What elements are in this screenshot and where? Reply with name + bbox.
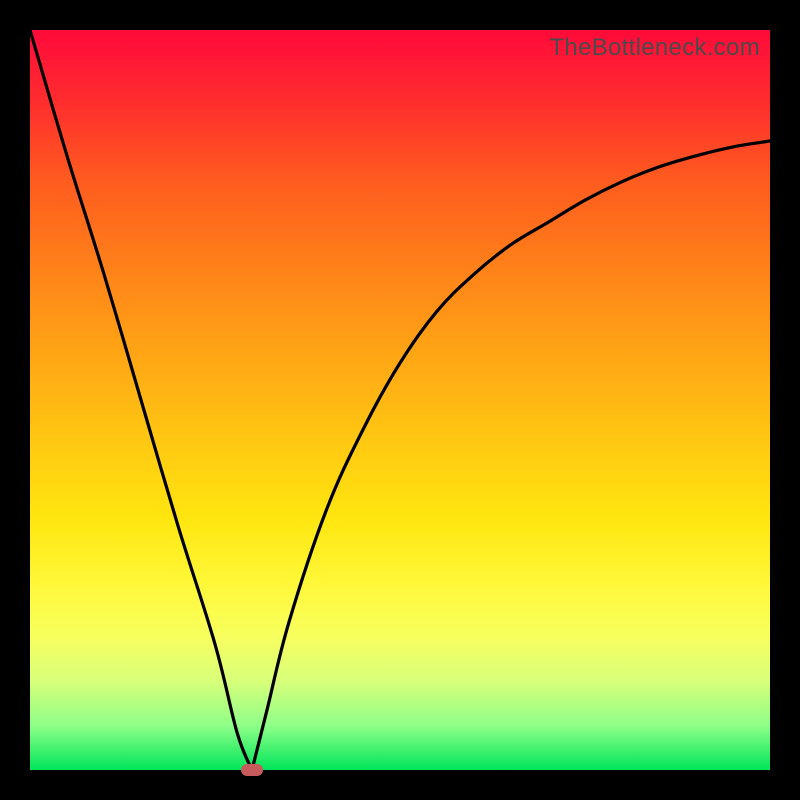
chart-frame: TheBottleneck.com [0, 0, 800, 800]
minimum-marker [241, 764, 263, 776]
bottleneck-curve [30, 30, 770, 770]
curve-svg [30, 30, 770, 770]
plot-area: TheBottleneck.com [30, 30, 770, 770]
